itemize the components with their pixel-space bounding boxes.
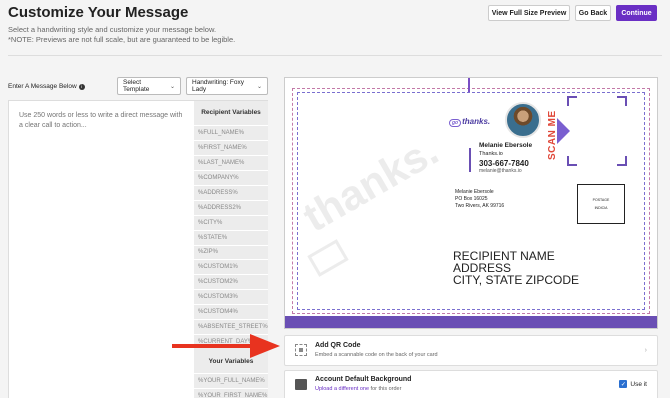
sender-name: Melanie Ebersole bbox=[479, 142, 533, 149]
enter-message-text: Enter A Message Below bbox=[8, 83, 77, 90]
variable-item[interactable]: %YOUR_FIRST_NAME% bbox=[194, 388, 268, 398]
variable-item[interactable]: %CUSTOM1% bbox=[194, 259, 268, 274]
indicia-label: INDICIA bbox=[594, 206, 608, 210]
variable-item[interactable]: %FIRST_NAME% bbox=[194, 139, 268, 155]
account-default-background-option: Account Default Background Upload a diff… bbox=[284, 370, 658, 398]
variable-item[interactable]: %ADDRESS2% bbox=[194, 199, 268, 215]
variable-item[interactable]: %COMPANY% bbox=[194, 169, 268, 185]
enter-message-label: Enter A Message Below i bbox=[8, 83, 85, 90]
qr-frame-corner bbox=[567, 96, 577, 106]
header-divider bbox=[8, 55, 662, 56]
variable-item[interactable]: %CITY% bbox=[194, 214, 268, 230]
background-description-suffix: for this order bbox=[369, 386, 402, 392]
recipient-address: RECIPIENT NAME ADDRESS CITY, STATE ZIPCO… bbox=[453, 250, 579, 286]
postcard-bottom-band bbox=[285, 316, 657, 328]
variable-item[interactable]: %CUSTOM2% bbox=[194, 274, 268, 289]
page-subtitle: Select a handwriting style and customize… bbox=[8, 25, 308, 45]
variable-item[interactable]: %STATE% bbox=[194, 229, 268, 245]
chevron-right-icon: › bbox=[644, 347, 647, 354]
postage-indicia-box: POSTAGE INDICIA bbox=[577, 184, 625, 224]
sender-site: Thanks.io bbox=[479, 151, 503, 157]
background-title: Account Default Background bbox=[315, 376, 412, 383]
chevron-down-icon: ⌄ bbox=[169, 83, 175, 90]
variable-item[interactable]: %ADDRESS% bbox=[194, 184, 268, 200]
logo-bubble: go bbox=[449, 119, 462, 127]
use-it-checkbox[interactable]: ✓ bbox=[619, 380, 628, 388]
use-it-label: Use it bbox=[630, 380, 647, 388]
return-name: Melanie Ebersole bbox=[455, 189, 494, 195]
return-address: Melanie Ebersole PO Box 16025 Two Rivers… bbox=[455, 189, 504, 210]
continue-button[interactable]: Continue bbox=[616, 5, 657, 21]
sender-email: melanie@thanks.io bbox=[479, 168, 522, 174]
variable-item[interactable]: %ZIP% bbox=[194, 244, 268, 260]
page-title: Customize Your Message bbox=[8, 4, 189, 21]
subtitle-line-1: Select a handwriting style and customize… bbox=[8, 25, 217, 34]
recipient-variables-heading: Recipient Variables bbox=[201, 109, 261, 116]
select-template-value: Select Template bbox=[123, 79, 150, 93]
add-qr-code-option[interactable]: Add QR Code Embed a scannable code on th… bbox=[284, 335, 658, 366]
select-template-dropdown[interactable]: Select Template ⌄ bbox=[117, 77, 181, 95]
upload-different-link[interactable]: Upload a different one bbox=[315, 386, 369, 392]
background-description: Upload a different one for this order bbox=[315, 386, 401, 392]
variable-item[interactable]: %LAST_NAME% bbox=[194, 154, 268, 170]
thanks-logo: go thanks. bbox=[449, 117, 490, 127]
go-back-button[interactable]: Go Back bbox=[575, 5, 611, 21]
qr-pointer-arrow-icon bbox=[557, 118, 570, 144]
postage-label: POSTAGE bbox=[592, 198, 610, 202]
fold-marker bbox=[468, 78, 470, 92]
qr-frame-corner bbox=[617, 96, 627, 106]
recipient-city: CITY, STATE ZIPCODE bbox=[453, 273, 580, 287]
view-full-size-preview-button[interactable]: View Full Size Preview bbox=[488, 5, 570, 21]
add-qr-code-title: Add QR Code bbox=[315, 342, 361, 349]
qr-frame-corner bbox=[567, 156, 577, 166]
variable-item[interactable]: %CUSTOM4% bbox=[194, 304, 268, 319]
postcard-preview: thanks. go thanks. Melanie Ebersole Thank… bbox=[284, 77, 658, 329]
contact-accent-bar bbox=[469, 148, 471, 172]
page-header: Customize Your Message Select a handwrit… bbox=[0, 0, 670, 56]
message-textarea[interactable] bbox=[9, 101, 194, 398]
qr-frame-corner bbox=[617, 156, 627, 166]
qr-code-icon bbox=[295, 344, 307, 356]
image-icon bbox=[295, 379, 307, 390]
use-it-toggle[interactable]: ✓ Use it bbox=[619, 380, 647, 388]
logo-text: thanks. bbox=[462, 117, 491, 126]
return-line-1: PO Box 16025 bbox=[455, 196, 488, 202]
chevron-down-icon: ⌄ bbox=[256, 83, 262, 90]
handwriting-dropdown[interactable]: Handwriting: Foxy Lady ⌄ bbox=[186, 77, 268, 95]
variable-item[interactable]: %FULL_NAME% bbox=[194, 125, 268, 140]
info-icon[interactable]: i bbox=[78, 83, 85, 90]
variable-item[interactable]: %YOUR_FULL_NAME% bbox=[194, 373, 268, 388]
subtitle-note: *NOTE: Previews are not full scale, but … bbox=[8, 35, 236, 44]
add-qr-code-description: Embed a scannable code on the back of yo… bbox=[315, 352, 438, 358]
sender-phone: 303-667-7840 bbox=[479, 159, 529, 168]
return-line-2: Two Rivers, AK 99716 bbox=[455, 203, 505, 209]
sender-photo-avatar bbox=[505, 102, 541, 138]
variable-item[interactable]: %CUSTOM3% bbox=[194, 289, 268, 304]
handwriting-value: Handwriting: Foxy Lady bbox=[192, 79, 245, 93]
red-arrow-annotation-icon bbox=[172, 334, 280, 358]
